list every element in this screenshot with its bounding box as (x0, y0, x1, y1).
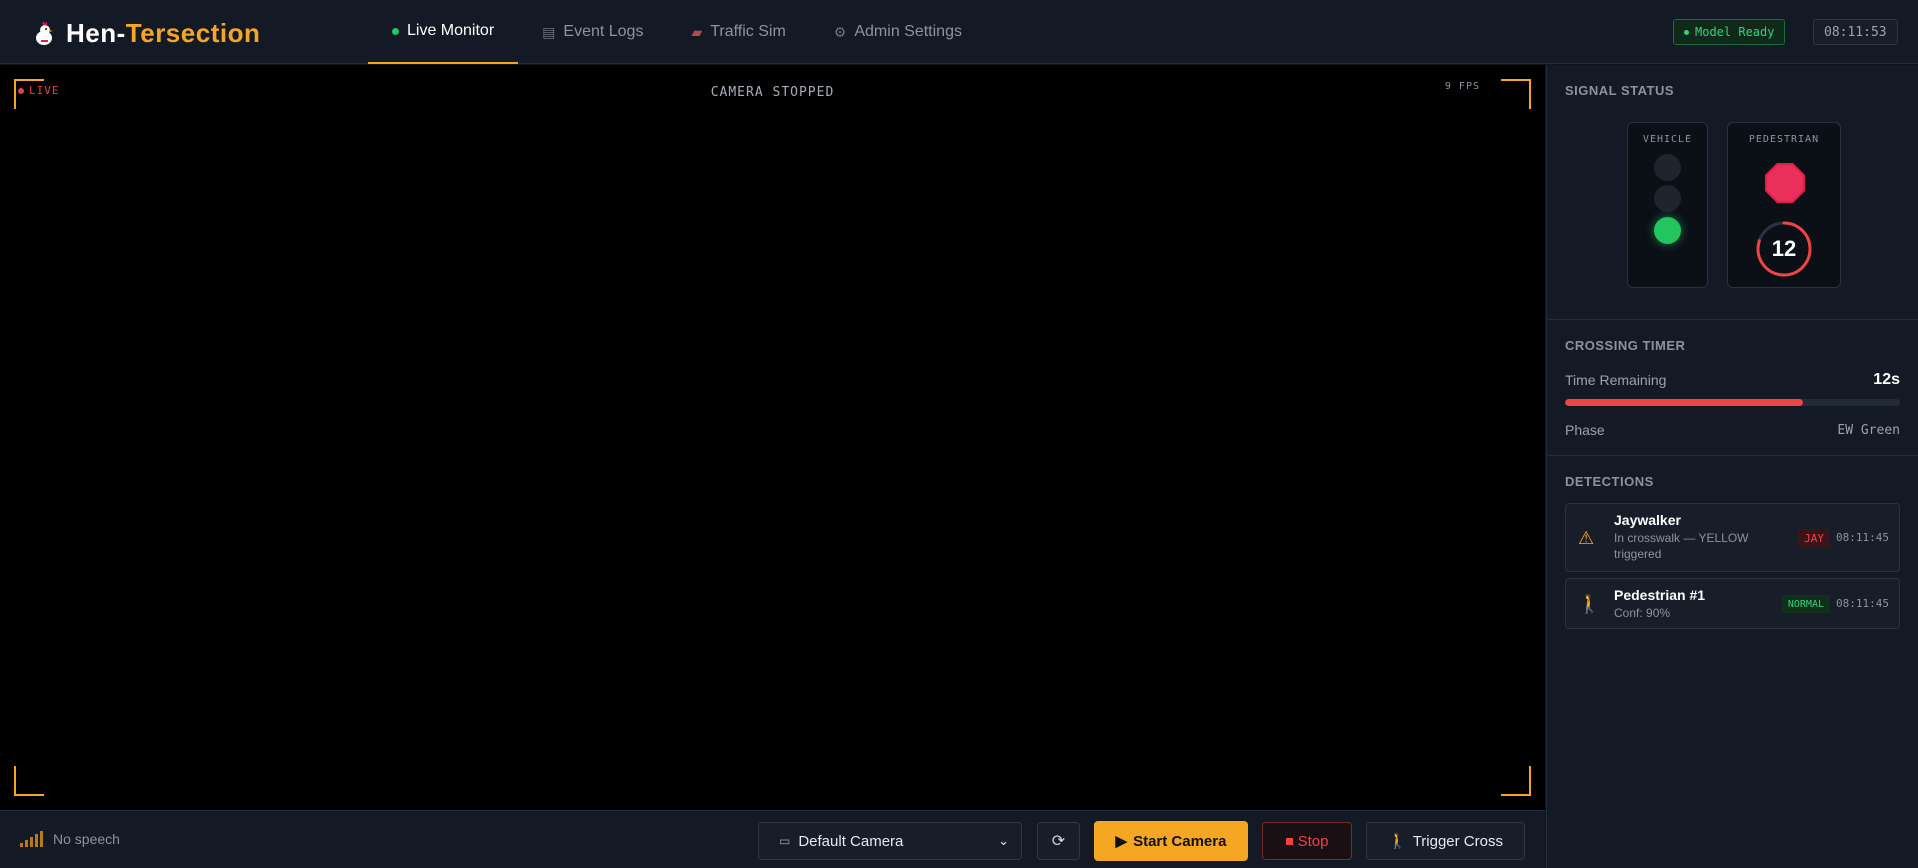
camera-status-text: CAMERA STOPPED (710, 85, 835, 100)
tab-traffic-sim[interactable]: ▰ Traffic Sim (667, 0, 809, 64)
detection-time: 08:11:45 (1836, 597, 1889, 610)
countdown-number: 12 (1771, 236, 1797, 261)
time-remaining-label: Time Remaining (1565, 372, 1667, 388)
tab-admin-settings[interactable]: ⚙ Admin Settings (810, 0, 986, 64)
gear-icon: ⚙ (833, 23, 847, 40)
section-title: DETECTIONS (1565, 474, 1654, 489)
frame-corner-top-right (1501, 79, 1531, 109)
audio-level-icon (20, 831, 43, 847)
tab-event-logs[interactable]: ▤ Event Logs (518, 0, 667, 64)
model-status-dot-icon (1684, 29, 1689, 35)
tab-label: Admin Settings (854, 23, 962, 40)
red-lamp-icon (1654, 154, 1681, 181)
phase-label: Phase (1565, 422, 1605, 438)
hen-icon (36, 20, 53, 45)
detection-tag: JAY (1798, 529, 1830, 547)
camera-select[interactable]: ▭ Default Camera ⌄ (758, 822, 1022, 860)
pedestrian-signal-label: PEDESTRIAN (1748, 134, 1820, 145)
detection-detail: In crosswalk — YELLOW triggered (1614, 531, 1749, 561)
detection-detail: Conf: 90% (1614, 606, 1671, 620)
logo-text-accent: Tersection (125, 18, 261, 48)
refresh-icon: ⟳ (1051, 833, 1066, 850)
top-bar: Hen-Tersection Live Monitor ▤ Event Logs… (0, 0, 1918, 64)
frame-corner-bottom-left (14, 766, 44, 796)
car-icon: ▰ (691, 23, 703, 40)
chevron-down-icon: ⌄ (998, 833, 1009, 848)
list-item[interactable]: 🚶 Pedestrian #1 Conf: 90% NORMAL 08:11:4… (1565, 578, 1900, 629)
model-status-text: Model Ready (1695, 25, 1775, 39)
main-nav: Live Monitor ▤ Event Logs ▰ Traffic Sim … (368, 0, 986, 64)
camera-icon: ▭ (779, 834, 791, 848)
detection-tag: NORMAL (1781, 595, 1830, 613)
app-logo[interactable]: Hen-Tersection (32, 18, 260, 49)
trigger-cross-button[interactable]: 🚶 Trigger Cross (1366, 822, 1525, 860)
speech-indicator: No speech (20, 831, 120, 847)
time-remaining-progress (1565, 399, 1900, 406)
green-lamp-icon (1654, 217, 1681, 244)
detection-name: Pedestrian #1 (1614, 587, 1706, 603)
fps-readout: 9 FPS (1444, 81, 1480, 92)
side-panel: SIGNAL STATUS VEHICLE PEDESTRIAN 12 CROS… (1546, 65, 1918, 868)
detection-name: Jaywalker (1614, 512, 1681, 528)
stop-sign-face (1767, 165, 1803, 201)
detections-list: ⚠ Jaywalker In crosswalk — YELLOW trigge… (1565, 503, 1900, 629)
start-camera-label: Start Camera (1133, 832, 1227, 850)
clipboard-icon: ▤ (542, 23, 556, 40)
camera-select-value: Default Camera (798, 832, 904, 850)
stop-icon (1285, 837, 1293, 845)
yellow-lamp-icon (1654, 185, 1681, 212)
tab-label: Traffic Sim (710, 23, 786, 40)
control-bar: No speech ▭ Default Camera ⌄ ⟳ ▶ Start C… (0, 810, 1545, 868)
camera-feed[interactable]: LIVE CAMERA STOPPED 9 FPS (0, 65, 1545, 810)
pedestrian-signal: PEDESTRIAN 12 (1727, 122, 1841, 288)
tab-label: Live Monitor (407, 22, 495, 39)
time-remaining-value: 12s (1873, 371, 1900, 388)
refresh-cameras-button[interactable]: ⟳ (1037, 822, 1080, 860)
speech-text: No speech (53, 831, 120, 847)
pedestrian-icon: 🚶 (1578, 594, 1601, 614)
start-camera-button[interactable]: ▶ Start Camera (1094, 821, 1248, 861)
pedestrian-icon: 🚶 (1388, 833, 1407, 850)
phase-value: EW Green (1837, 422, 1900, 438)
frame-corner-bottom-right (1501, 766, 1531, 796)
vehicle-signal-label: VEHICLE (1642, 134, 1693, 145)
stop-label: Stop (1297, 832, 1329, 850)
trigger-cross-label: Trigger Cross (1412, 832, 1503, 850)
vehicle-signal: VEHICLE (1627, 122, 1708, 288)
detection-time: 08:11:45 (1836, 531, 1889, 544)
detections-section: DETECTIONS ⚠ Jaywalker In crosswalk — YE… (1547, 456, 1918, 629)
tab-label: Event Logs (563, 23, 644, 40)
crossing-timer-section: CROSSING TIMER Time Remaining 12s Phase … (1547, 320, 1918, 456)
tab-live-monitor[interactable]: Live Monitor (368, 0, 519, 64)
list-item[interactable]: ⚠ Jaywalker In crosswalk — YELLOW trigge… (1565, 503, 1900, 572)
section-title: SIGNAL STATUS (1565, 83, 1675, 98)
section-title: CROSSING TIMER (1565, 338, 1686, 353)
stop-button[interactable]: Stop (1262, 822, 1352, 860)
signal-status-section: SIGNAL STATUS VEHICLE PEDESTRIAN 12 (1547, 65, 1918, 320)
clock: 08:11:53 (1813, 19, 1898, 45)
logo-text-primary: Hen- (66, 18, 126, 48)
frame-corner-top-left (14, 79, 44, 109)
warning-icon: ⚠ (1578, 528, 1595, 548)
play-icon: ▶ (1115, 833, 1128, 850)
progress-fill (1565, 399, 1803, 406)
model-status-badge: Model Ready (1673, 19, 1786, 45)
live-status-dot-icon (392, 27, 399, 35)
